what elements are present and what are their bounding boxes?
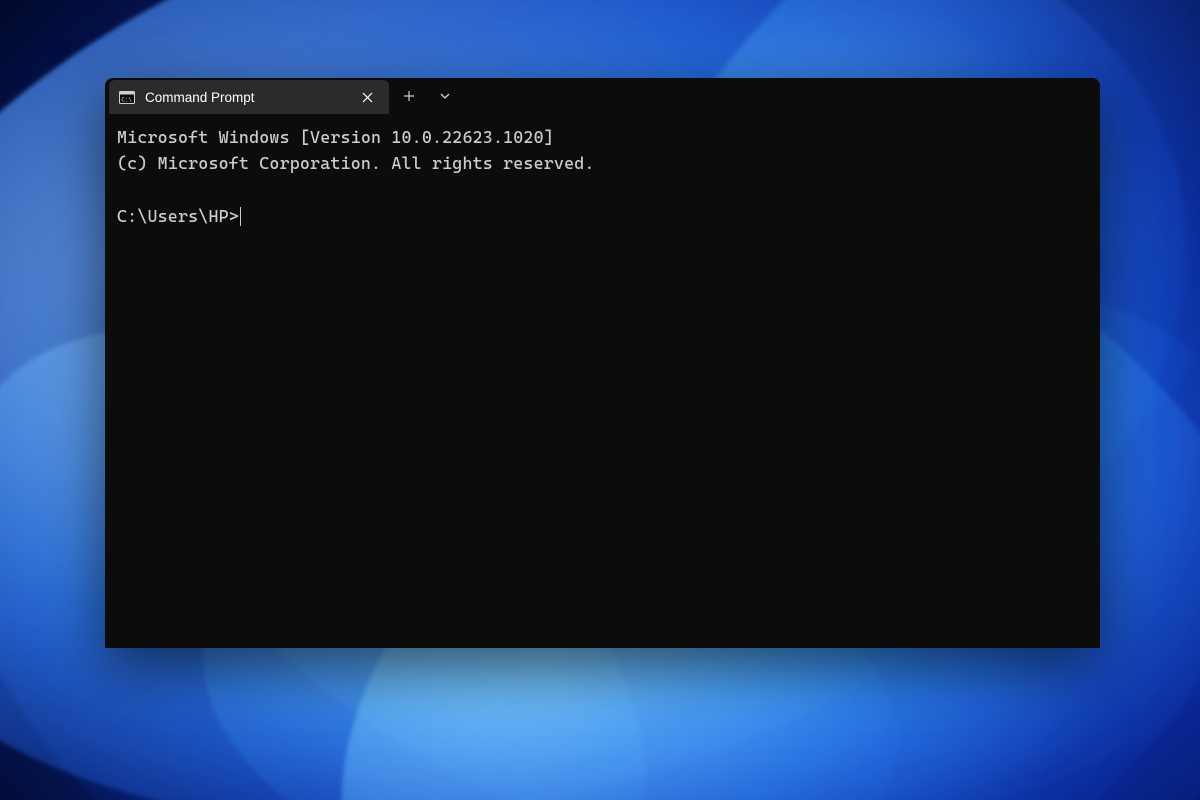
new-tab-button[interactable] — [389, 78, 429, 114]
titlebar[interactable]: C:\ Command Prompt — [105, 78, 1100, 114]
terminal-prompt: C:\Users\HP> — [117, 203, 239, 229]
terminal-line: (c) Microsoft Corporation. All rights re… — [117, 153, 595, 173]
terminal-output[interactable]: Microsoft Windows [Version 10.0.22623.10… — [105, 114, 1100, 239]
chevron-down-icon — [439, 92, 451, 100]
svg-text:C:\: C:\ — [121, 96, 132, 103]
tab-command-prompt[interactable]: C:\ Command Prompt — [109, 80, 389, 114]
close-icon — [362, 92, 373, 103]
tab-title: Command Prompt — [145, 90, 345, 105]
text-cursor — [240, 207, 242, 226]
terminal-window: C:\ Command Prompt Microsoft Window — [105, 78, 1100, 648]
tab-close-button[interactable] — [355, 85, 379, 109]
tab-dropdown-button[interactable] — [429, 78, 461, 114]
command-prompt-icon: C:\ — [119, 90, 135, 104]
terminal-line: Microsoft Windows [Version 10.0.22623.10… — [117, 127, 554, 147]
plus-icon — [403, 90, 415, 102]
